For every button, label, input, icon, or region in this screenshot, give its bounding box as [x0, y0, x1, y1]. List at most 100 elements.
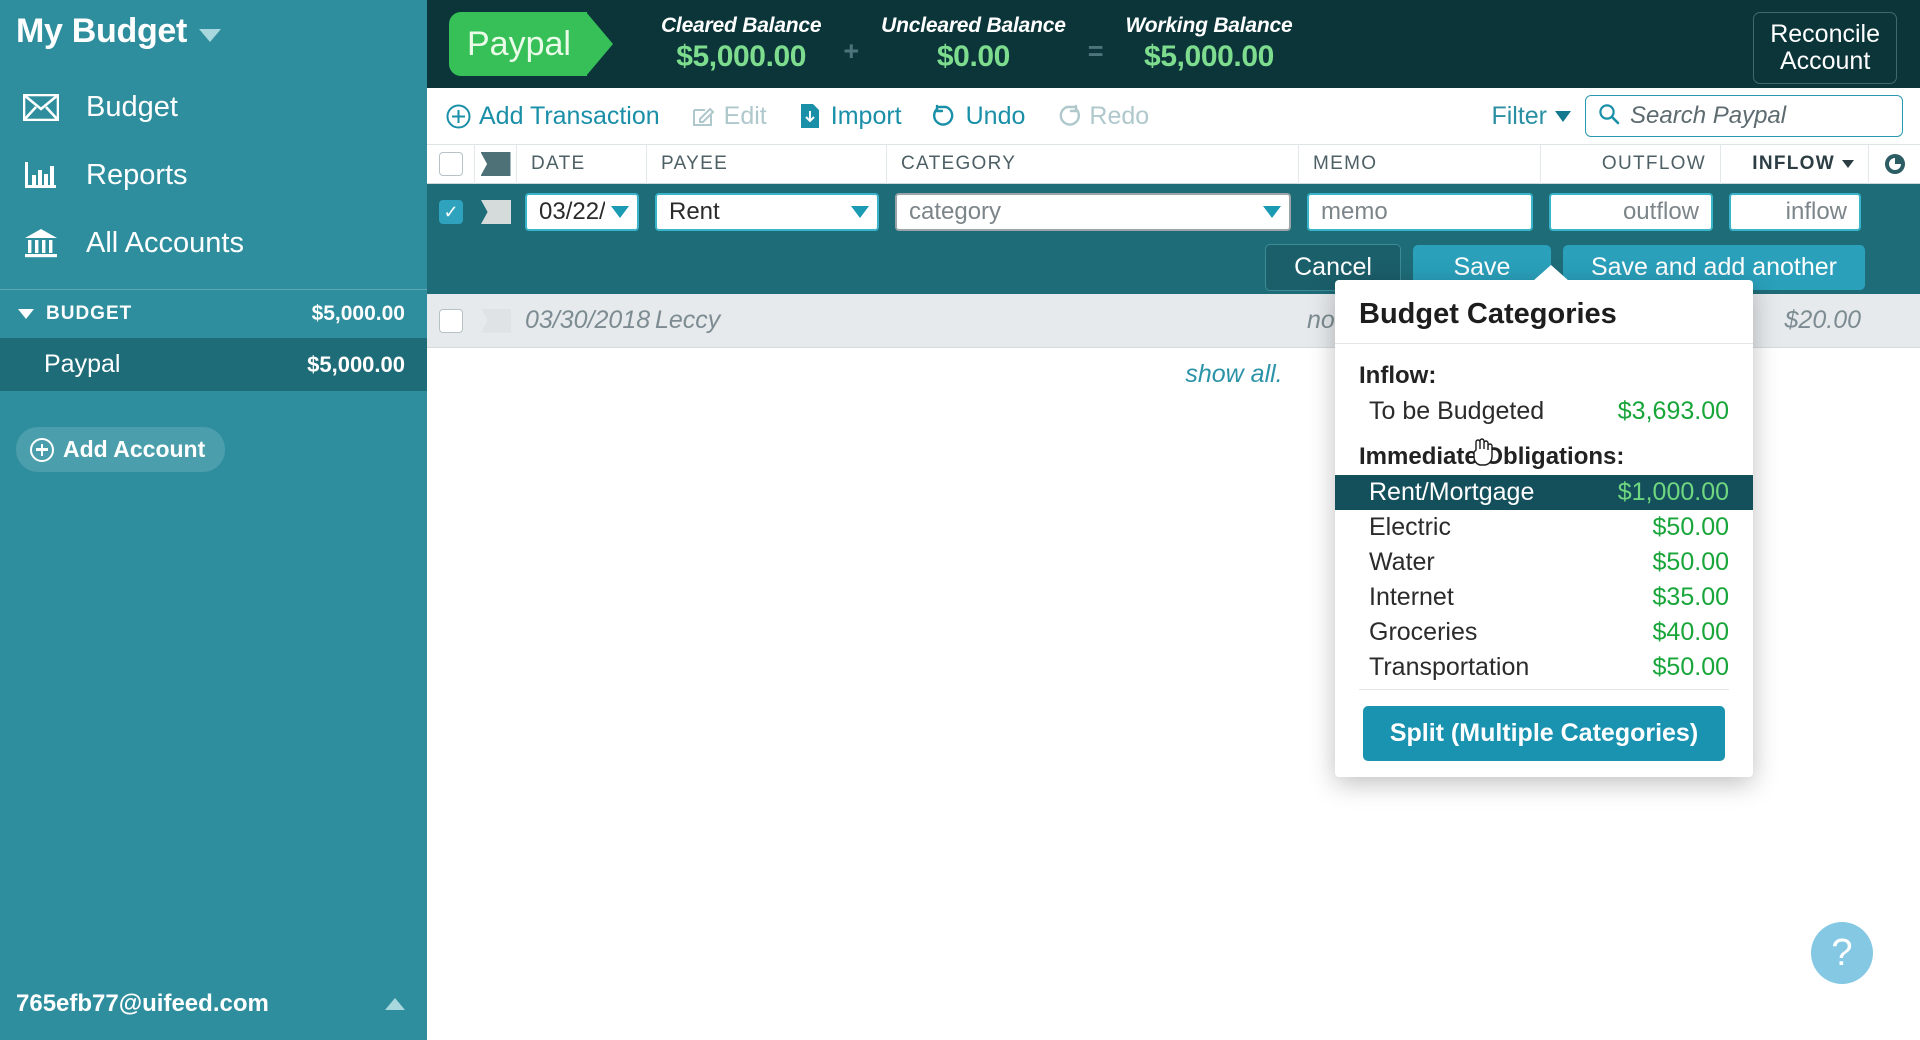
category-amount: $50.00 [1652, 653, 1729, 681]
pencil-square-icon [690, 103, 716, 129]
category-option-water[interactable]: Water $50.00 [1335, 545, 1753, 580]
cleared-balance: Cleared Balance $5,000.00 [649, 14, 833, 74]
category-option-rent-mortgage[interactable]: Rent/Mortgage $1,000.00 [1335, 475, 1753, 510]
budget-name: My Budget [16, 12, 188, 50]
flag-icon [481, 308, 511, 333]
category-amount: $50.00 [1652, 513, 1729, 541]
split-categories-button[interactable]: Split (Multiple Categories) [1363, 706, 1725, 761]
cleared-balance-value: $5,000.00 [676, 40, 807, 73]
column-header-memo[interactable]: MEMO [1299, 144, 1541, 184]
sidebar-item-budget[interactable]: Budget [0, 73, 427, 141]
sidebar-group-budget[interactable]: BUDGET $5,000.00 [0, 290, 427, 338]
category-placeholder: category [909, 198, 1002, 225]
redo-button[interactable]: Redo [1055, 102, 1149, 131]
flag-column-header[interactable] [475, 144, 517, 184]
search-input[interactable]: Search Paypal [1585, 95, 1903, 137]
checkbox-checked-icon: ✓ [439, 200, 463, 224]
row-payee: Leccy [655, 306, 721, 334]
column-header-date[interactable]: DATE [517, 144, 647, 184]
bank-icon [22, 224, 60, 262]
bar-chart-icon [22, 156, 60, 194]
category-option-internet[interactable]: Internet $35.00 [1335, 580, 1753, 615]
column-header-outflow[interactable]: OUTFLOW [1541, 144, 1721, 184]
category-amount: $3,693.00 [1617, 397, 1729, 425]
transactions-table-header: DATE PAYEE CATEGORY MEMO OUTFLOW INFLOW [427, 144, 1920, 184]
uncleared-balance-value: $0.00 [936, 40, 1010, 73]
category-option-electric[interactable]: Electric $50.00 [1335, 510, 1753, 545]
filter-label: Filter [1491, 101, 1547, 130]
caret-down-icon [18, 309, 34, 319]
user-menu[interactable]: 765efb77@uifeed.com [0, 974, 427, 1040]
sidebar-item-label: Budget [86, 90, 178, 123]
sidebar-item-label: Reports [86, 158, 188, 191]
category-field[interactable]: category [887, 193, 1299, 231]
row-date: 03/30/2018 [525, 306, 651, 334]
column-header-inflow[interactable]: INFLOW [1721, 144, 1869, 184]
help-button[interactable]: ? [1811, 922, 1873, 984]
import-label: Import [830, 101, 902, 130]
add-transaction-label: Add Transaction [479, 101, 660, 130]
popup-arrow [1533, 265, 1569, 281]
plus-operator: + [843, 35, 860, 66]
payee-field[interactable]: Rent [647, 193, 887, 231]
select-all-checkbox[interactable] [427, 144, 475, 184]
column-header-inflow-label: INFLOW [1752, 153, 1835, 174]
account-badge: Paypal [449, 12, 613, 76]
redo-label: Redo [1089, 101, 1150, 130]
column-header-category[interactable]: CATEGORY [887, 144, 1299, 184]
memo-field[interactable]: memo [1299, 193, 1541, 231]
file-download-icon [797, 103, 823, 129]
app-root: My Budget Budget Reports All Accounts BU… [0, 0, 1920, 1040]
show-all-label: show all. [1185, 359, 1283, 388]
flag-icon [480, 152, 511, 176]
search-icon [1598, 103, 1620, 130]
transactions-toolbar: Add Transaction Edit Import Undo Redo Fi… [427, 88, 1920, 144]
category-name: Internet [1369, 583, 1454, 611]
reconcile-line-2: Account [1779, 47, 1871, 75]
undo-button[interactable]: Undo [932, 102, 1025, 131]
reconcile-account-button[interactable]: Reconcile Account [1753, 12, 1897, 84]
category-name: Transportation [1369, 653, 1530, 681]
search-placeholder: Search Paypal [1630, 102, 1787, 129]
outflow-placeholder: outflow [1622, 198, 1699, 225]
import-button[interactable]: Import [797, 102, 902, 131]
checkbox-icon [439, 308, 463, 333]
plus-circle-icon [445, 103, 471, 129]
uncleared-balance: Uncleared Balance $0.00 [869, 14, 1078, 74]
date-field[interactable]: 03/22/20... [517, 193, 647, 231]
category-option-to-be-budgeted[interactable]: To be Budgeted $3,693.00 [1335, 394, 1753, 429]
column-header-payee[interactable]: PAYEE [647, 144, 887, 184]
column-settings-button[interactable] [1869, 144, 1920, 184]
inflow-field[interactable]: inflow [1721, 193, 1869, 231]
category-option-groceries[interactable]: Groceries $40.00 [1335, 615, 1753, 650]
edit-button[interactable]: Edit [690, 102, 767, 131]
category-amount: $50.00 [1652, 548, 1729, 576]
category-option-transportation[interactable]: Transportation $50.00 [1335, 650, 1753, 685]
filter-button[interactable]: Filter [1491, 102, 1571, 131]
add-account-button[interactable]: Add Account [16, 427, 226, 472]
sidebar-item-all-accounts[interactable]: All Accounts [0, 209, 427, 277]
cleared-balance-label: Cleared Balance [660, 14, 822, 37]
add-transaction-button[interactable]: Add Transaction [445, 102, 660, 131]
outflow-field[interactable]: outflow [1541, 193, 1721, 231]
edit-label: Edit [723, 101, 767, 130]
payee-value: Rent [669, 198, 720, 225]
envelope-icon [22, 88, 60, 126]
flag-icon [481, 200, 511, 224]
row-flag-button[interactable] [475, 200, 517, 224]
row-flag-button[interactable] [475, 308, 517, 333]
row-select-checkbox[interactable] [427, 308, 475, 333]
undo-arrow-icon [932, 103, 958, 129]
uncleared-balance-label: Uncleared Balance [881, 14, 1066, 37]
category-name: To be Budgeted [1369, 397, 1545, 425]
row-select-checkbox[interactable]: ✓ [427, 200, 475, 224]
budget-switcher[interactable]: My Budget [0, 0, 427, 51]
sidebar-item-paypal[interactable]: Paypal $5,000.00 [0, 338, 427, 391]
sidebar: My Budget Budget Reports All Accounts BU… [0, 0, 427, 1040]
redo-arrow-icon [1055, 103, 1081, 129]
sidebar-item-reports[interactable]: Reports [0, 141, 427, 209]
checkbox-icon [438, 152, 463, 176]
working-balance-label: Working Balance [1125, 14, 1293, 37]
question-mark-icon: ? [1831, 931, 1853, 974]
category-group-label: Immediate Obligations: [1359, 443, 1625, 470]
